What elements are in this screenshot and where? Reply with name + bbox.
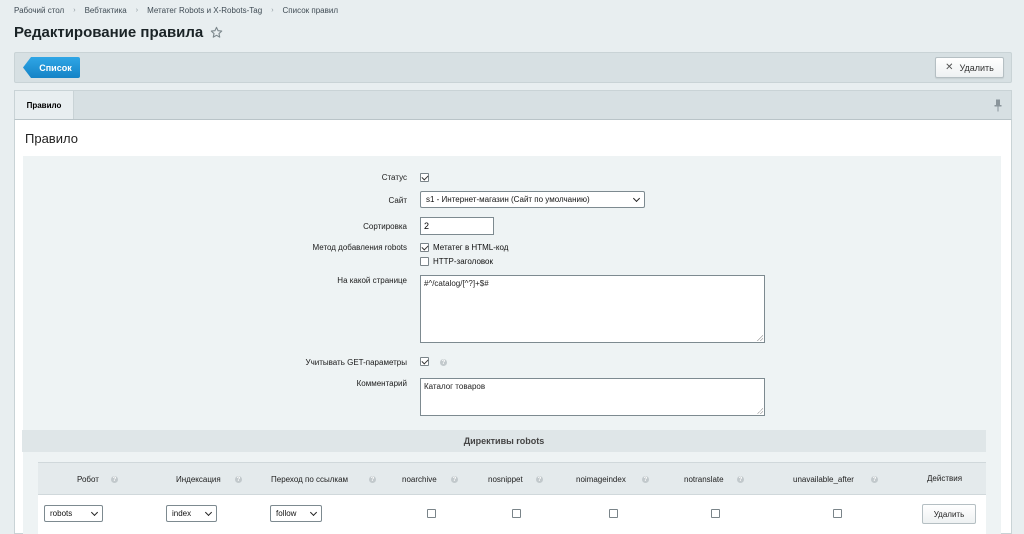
comment-textarea-value: Каталог товаров [424, 382, 486, 391]
nosnippet-checkbox[interactable] [512, 509, 521, 518]
robot-select-value: robots [50, 509, 73, 518]
method-http-checkbox[interactable] [420, 257, 429, 266]
column-header-unavailable-after: unavailable_after [793, 475, 854, 484]
list-button-label: Список [39, 62, 72, 73]
comment-label: Комментарий [356, 379, 407, 388]
breadcrumb-item-desktop[interactable]: Рабочий стол [14, 6, 64, 15]
follow-select[interactable]: follow [270, 505, 322, 522]
indexing-select-value: index [172, 509, 192, 518]
site-label: Сайт [388, 196, 407, 205]
help-icon[interactable]: ? [111, 476, 118, 483]
comment-textarea[interactable]: Каталог товаров [420, 378, 765, 416]
column-header-actions: Действия [927, 474, 963, 483]
indexing-select[interactable]: index [166, 505, 217, 522]
directives-table-header: Робот ? Индексация ? Переход по ссылкам … [38, 462, 986, 494]
breadcrumb-item-webtaktika[interactable]: Вебтактика [85, 6, 127, 15]
resize-grip-icon[interactable] [757, 335, 763, 341]
help-icon[interactable]: ? [235, 476, 242, 483]
sort-input-value: 2 [424, 221, 430, 231]
status-checkbox[interactable] [420, 173, 429, 182]
column-header-robot: Робот [77, 475, 99, 484]
get-params-checkbox[interactable] [420, 357, 429, 366]
tab-strip: Правило [14, 90, 1012, 120]
column-header-follow: Переход по ссылкам [271, 475, 349, 484]
help-icon[interactable]: ? [536, 476, 543, 483]
chevron-down-icon [632, 194, 641, 203]
tab-rule[interactable]: Правило [15, 91, 74, 120]
noimageindex-checkbox[interactable] [609, 509, 618, 518]
page-label: На какой странице [337, 276, 407, 285]
resize-grip-icon[interactable] [757, 408, 763, 414]
breadcrumb-separator-icon: › [73, 6, 76, 14]
delete-rule-label: Удалить [959, 62, 994, 73]
status-label: Статус [381, 173, 407, 182]
help-icon[interactable]: ? [440, 359, 447, 366]
chevron-down-icon [90, 508, 99, 517]
noarchive-checkbox[interactable] [427, 509, 436, 518]
unavailable-after-checkbox[interactable] [833, 509, 842, 518]
column-header-nosnippet: nosnippet [488, 475, 523, 484]
chevron-down-icon [309, 508, 318, 517]
sort-label: Сортировка [363, 222, 407, 231]
help-icon[interactable]: ? [737, 476, 744, 483]
breadcrumb-separator-icon: › [271, 6, 274, 14]
method-meta-checkbox[interactable] [420, 243, 429, 252]
site-select-value: s1 - Интернет-магазин (Сайт по умолчанию… [426, 195, 590, 204]
robot-select[interactable]: robots [44, 505, 103, 522]
notranslate-checkbox[interactable] [711, 509, 720, 518]
page-title: Редактирование правила [14, 24, 204, 41]
tab-rule-label: Правило [26, 101, 62, 110]
breadcrumb-separator-icon: › [135, 6, 139, 14]
get-params-label: Учитывать GET-параметры [305, 358, 407, 367]
page-textarea-value: #^/catalog/[^?]+$# [424, 279, 489, 288]
method-meta-label: Метатег в HTML-код [433, 243, 509, 252]
breadcrumb: Рабочий стол › Вебтактика › Метатег Robo… [14, 5, 338, 15]
column-header-noimageindex: noimageindex [576, 475, 626, 484]
column-header-notranslate: notranslate [684, 475, 724, 484]
help-icon[interactable]: ? [642, 476, 649, 483]
column-header-noarchive: noarchive [402, 475, 437, 484]
breadcrumb-item-module[interactable]: Метатег Robots и X-Robots-Tag [147, 6, 262, 15]
section-heading: Правило [25, 131, 78, 146]
star-icon[interactable] [210, 26, 223, 39]
list-button[interactable]: Список [23, 57, 80, 78]
sort-input[interactable]: 2 [420, 217, 494, 235]
delete-row-button[interactable]: Удалить [922, 504, 976, 524]
close-icon: ✕ [945, 62, 954, 73]
method-label: Метод добавления robots [312, 243, 408, 252]
follow-select-value: follow [276, 509, 297, 518]
table-row: robots index follow Удалить [38, 494, 986, 534]
directives-heading: Директивы robots [22, 430, 986, 452]
help-icon[interactable]: ? [451, 476, 458, 483]
method-http-label: HTTP-заголовок [433, 257, 493, 266]
help-icon[interactable]: ? [871, 476, 878, 483]
delete-rule-button[interactable]: ✕ Удалить [935, 57, 1004, 78]
pin-icon[interactable] [993, 99, 1003, 112]
toolbar: Список ✕ Удалить [14, 52, 1012, 83]
site-select[interactable]: s1 - Интернет-магазин (Сайт по умолчанию… [420, 191, 645, 208]
help-icon[interactable]: ? [369, 476, 376, 483]
page-textarea[interactable]: #^/catalog/[^?]+$# [420, 275, 765, 343]
column-header-indexing: Индексация [176, 475, 221, 484]
delete-row-label: Удалить [933, 509, 965, 519]
chevron-down-icon [204, 508, 213, 517]
breadcrumb-item-rules-list[interactable]: Список правил [283, 6, 338, 15]
